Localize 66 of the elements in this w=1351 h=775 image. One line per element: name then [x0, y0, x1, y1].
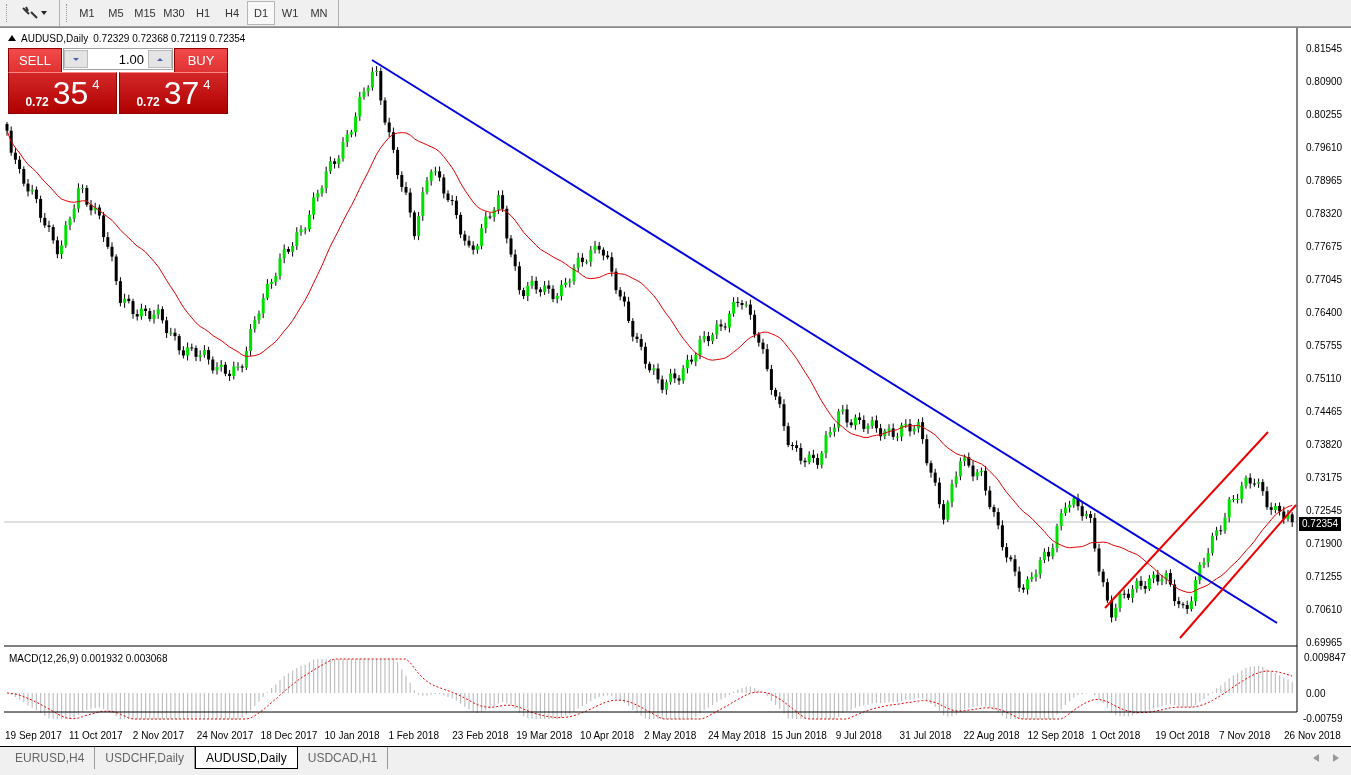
date-axis-label: 22 Aug 2018 [963, 730, 1020, 741]
date-axis-label: 24 Nov 2017 [196, 730, 254, 741]
macd-axis-label: 0.009847 [1304, 652, 1346, 663]
current-price-tag: 0.72354 [1299, 517, 1342, 531]
date-axis-label: 18 Dec 2017 [260, 730, 318, 741]
date-axis-label: 10 Apr 2018 [580, 730, 635, 741]
chart-symbol: AUDUSD,Daily [21, 32, 89, 44]
chart-tab[interactable]: USDCAD,H1 [297, 747, 389, 769]
line-tools-icon[interactable] [21, 5, 49, 21]
date-axis-label: 2 Nov 2017 [132, 730, 184, 741]
date-axis-label: 19 Oct 2018 [1155, 730, 1210, 741]
collapse-triangle-icon[interactable] [8, 35, 16, 41]
price-axis-label: 0.78320 [1306, 208, 1343, 219]
sell-button[interactable]: SELL [8, 48, 62, 72]
date-axis-label: 1 Oct 2018 [1091, 730, 1141, 741]
price-axis-label: 0.69965 [1306, 637, 1343, 648]
date-axis-label: 2 May 2018 [644, 730, 697, 741]
price-axis-label: 0.79610 [1306, 142, 1343, 153]
date-axis-label: 12 Sep 2018 [1027, 730, 1085, 741]
price-axis-label: 0.77675 [1306, 241, 1343, 252]
date-axis-label: 31 Jul 2018 [899, 730, 952, 741]
price-axis-label: 0.71900 [1306, 538, 1343, 549]
date-axis-label: 1 Feb 2018 [388, 730, 439, 741]
price-axis-label: 0.75755 [1306, 340, 1343, 351]
timeframe-button[interactable]: M1 [73, 1, 101, 25]
macd-label: MACD(12,26,9) 0.001932 0.003068 [9, 653, 168, 664]
price-axis-label: 0.72545 [1306, 505, 1343, 516]
date-axis-label: 23 Feb 2018 [452, 730, 509, 741]
timeframe-button[interactable]: M5 [102, 1, 130, 25]
price-axis-label: 0.73820 [1306, 439, 1343, 450]
timeframe-button[interactable]: M30 [160, 1, 188, 25]
chart-tab[interactable]: AUDUSD,Daily [195, 747, 298, 769]
timeframe-button[interactable]: MN [305, 1, 333, 25]
price-axis-label: 0.80900 [1306, 76, 1343, 87]
date-axis-label: 26 Nov 2018 [1284, 730, 1341, 741]
buy-button[interactable]: BUY [174, 48, 228, 72]
chart-tab[interactable]: EURUSD,H4 [5, 747, 96, 769]
lot-size-field[interactable]: 1.00 [63, 48, 173, 70]
macd-axis-label: 0.00 [1306, 688, 1326, 699]
price-axis-label: 0.75110 [1306, 373, 1342, 384]
date-axis-label: 9 Jul 2018 [835, 730, 882, 741]
scroll-left-icon[interactable] [1313, 754, 1319, 762]
date-axis-label: 10 Jan 2018 [324, 730, 380, 741]
date-axis-label: 19 Sep 2017 [5, 730, 62, 741]
timeframe-button[interactable]: H1 [189, 1, 217, 25]
price-axis-label: 0.71255 [1306, 571, 1343, 582]
timeframe-button[interactable]: W1 [276, 1, 304, 25]
macd-axis-label: -0.00759 [1303, 713, 1343, 724]
timeframe-button[interactable]: M15 [131, 1, 159, 25]
scroll-right-icon[interactable] [1333, 754, 1339, 762]
price-axis-label: 0.76400 [1306, 307, 1343, 318]
date-axis-label: 7 Nov 2018 [1219, 730, 1271, 741]
price-axis-label: 0.77045 [1306, 274, 1343, 285]
price-axis-label: 0.81545 [1306, 43, 1343, 54]
price-axis-label: 0.78965 [1306, 175, 1343, 186]
date-axis-label: 19 Mar 2018 [516, 730, 573, 741]
price-axis-label: 0.70610 [1306, 604, 1343, 615]
timeframe-button[interactable]: D1 [247, 1, 275, 25]
timeframe-button[interactable]: H4 [218, 1, 246, 25]
price-axis-label: 0.80255 [1306, 109, 1343, 120]
price-axis-label: 0.74465 [1306, 406, 1343, 417]
date-axis-label: 15 Jun 2018 [771, 730, 827, 741]
date-axis-label: 24 May 2018 [707, 730, 766, 741]
date-axis-label: 11 Oct 2017 [68, 730, 123, 741]
price-axis-label: 0.73175 [1306, 472, 1343, 483]
ohlc-values: 0.72329 0.72368 0.72119 0.72354 [93, 32, 246, 44]
